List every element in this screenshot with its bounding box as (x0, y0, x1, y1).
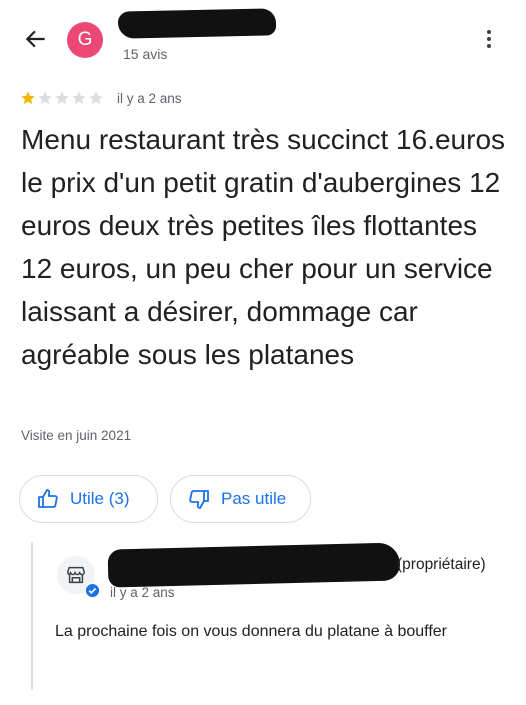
star-filled-icon (21, 91, 35, 105)
not-useful-label: Pas utile (221, 489, 287, 508)
review-text: Menu restaurant très succinct 16.euros l… (21, 124, 506, 370)
arrow-left-icon (25, 30, 45, 48)
review-time: il y a 2 ans (117, 91, 182, 106)
back-button[interactable] (22, 26, 50, 52)
thumb-down-icon (189, 490, 209, 509)
star-empty-icon (55, 91, 69, 105)
more-vert-icon (487, 30, 491, 34)
verified-icon (85, 583, 100, 598)
star-empty-icon (89, 91, 103, 105)
owner-tag: (propriétaire) (397, 556, 486, 573)
star-empty-icon (38, 91, 52, 105)
redacted-reviewer-name (117, 8, 277, 39)
useful-button[interactable]: Utile (3) (19, 475, 158, 523)
avatar-letter: G (77, 29, 93, 50)
redacted-owner-name (107, 542, 401, 588)
owner-reply-time: il y a 2 ans (110, 585, 175, 600)
review-count: 15 avis (123, 46, 168, 62)
star-rating (20, 90, 104, 106)
useful-label: Utile (3) (70, 489, 130, 508)
star-empty-icon (72, 91, 86, 105)
owner-reply-text: La prochaine fois on vous donnera du pla… (55, 623, 447, 640)
visit-date: Visite en juin 2021 (21, 428, 132, 443)
thumb-up-icon (38, 489, 58, 508)
not-useful-button[interactable]: Pas utile (170, 475, 311, 523)
avatar[interactable]: G (67, 22, 103, 58)
reply-divider (31, 542, 33, 690)
storefront-icon (67, 566, 85, 584)
more-options-button[interactable] (482, 28, 496, 52)
